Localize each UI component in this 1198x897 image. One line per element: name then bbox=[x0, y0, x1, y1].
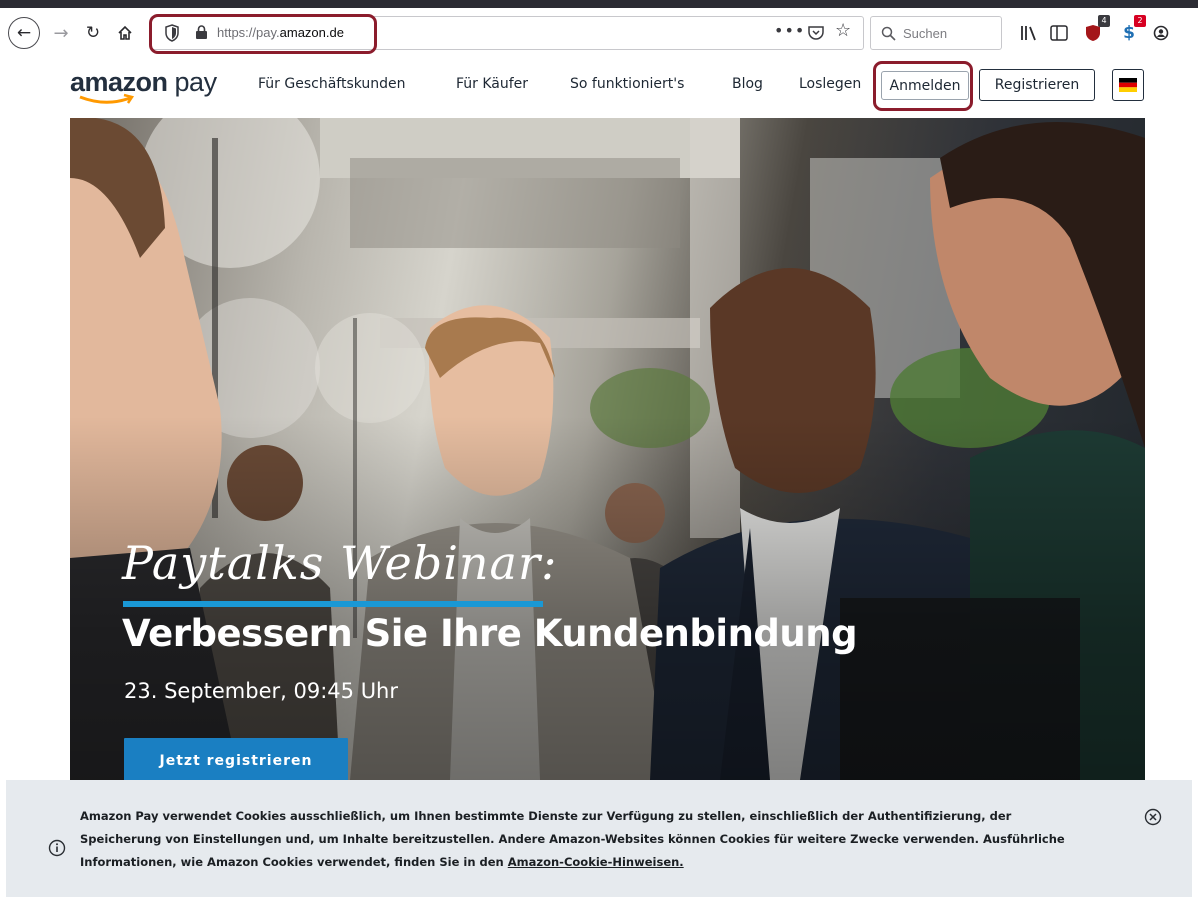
nav-business[interactable]: Für Geschäftskunden bbox=[258, 76, 406, 92]
account-icon[interactable] bbox=[1150, 22, 1172, 44]
hero-title: Verbessern Sie Ihre Kundenbindung bbox=[122, 612, 858, 655]
page-actions-menu[interactable]: ••• bbox=[774, 21, 805, 40]
amazon-pay-logo[interactable]: amazon pay bbox=[70, 66, 232, 110]
nav-how-it-works[interactable]: So funktioniert's bbox=[570, 76, 684, 92]
shield-icon[interactable] bbox=[165, 24, 179, 42]
register-now-button[interactable]: Jetzt registrieren bbox=[124, 738, 348, 780]
cookie-notice-link[interactable]: Amazon-Cookie-Hinweisen. bbox=[508, 855, 684, 869]
nav-blog[interactable]: Blog bbox=[732, 76, 763, 92]
arrow-right-icon: → bbox=[53, 22, 69, 44]
hero-banner: Paytalks Webinar: Verbessern Sie Ihre Ku… bbox=[70, 118, 1145, 780]
cookie-message: Amazon Pay verwendet Cookies ausschließl… bbox=[80, 805, 1080, 874]
extension-badge: 2 bbox=[1134, 15, 1146, 27]
privacy-extension-icon[interactable]: $ 2 bbox=[1118, 15, 1146, 44]
search-placeholder: Suchen bbox=[903, 26, 948, 41]
extension-badge: 4 bbox=[1098, 15, 1110, 27]
info-icon bbox=[48, 839, 66, 857]
logo-text-pay: pay bbox=[167, 67, 218, 97]
smile-arrow-icon bbox=[79, 93, 135, 104]
dollar-icon: $ bbox=[1123, 23, 1135, 43]
bookmark-star-icon[interactable]: ☆ bbox=[835, 20, 851, 41]
hero-date: 23. September, 09:45 Uhr bbox=[124, 679, 399, 703]
url-domain: amazon.de bbox=[279, 25, 344, 40]
register-button[interactable]: Registrieren bbox=[979, 69, 1095, 101]
sidebar-icon[interactable] bbox=[1048, 22, 1070, 44]
forward-button[interactable]: → bbox=[46, 18, 76, 48]
browser-toolbar: ← → ↻ https://pay.amazon.de ••• ☆ Suchen… bbox=[0, 0, 1198, 66]
nav-get-started[interactable]: Loslegen bbox=[799, 76, 861, 92]
login-button[interactable]: Anmelden bbox=[881, 71, 969, 100]
language-selector[interactable] bbox=[1112, 69, 1144, 101]
pocket-icon[interactable] bbox=[807, 24, 825, 42]
url-prefix: https://pay. bbox=[217, 25, 280, 40]
nav-buyers[interactable]: Für Käufer bbox=[456, 76, 528, 92]
lock-icon[interactable] bbox=[195, 25, 208, 40]
url-text[interactable]: https://pay.amazon.de bbox=[217, 25, 344, 40]
hero-underline bbox=[123, 601, 543, 607]
reload-button[interactable]: ↻ bbox=[78, 18, 108, 48]
search-input[interactable]: Suchen bbox=[870, 16, 1002, 50]
home-button[interactable] bbox=[110, 18, 140, 48]
hero-script-title: Paytalks Webinar: bbox=[122, 536, 558, 590]
ublock-extension-icon[interactable]: 4 bbox=[1082, 15, 1110, 44]
home-icon bbox=[118, 25, 132, 40]
site-header: amazon pay Für Geschäftskunden Für Käufe… bbox=[0, 61, 1198, 118]
search-icon bbox=[881, 26, 896, 41]
close-icon[interactable] bbox=[1144, 808, 1162, 826]
arrow-left-icon: ← bbox=[16, 23, 32, 43]
library-icon[interactable] bbox=[1017, 22, 1043, 44]
cookie-banner: Amazon Pay verwendet Cookies ausschließl… bbox=[6, 780, 1192, 897]
de-flag-icon bbox=[1119, 78, 1137, 92]
url-bar[interactable]: https://pay.amazon.de ••• ☆ bbox=[150, 16, 864, 50]
back-button[interactable]: ← bbox=[8, 17, 40, 49]
reload-icon: ↻ bbox=[85, 23, 101, 43]
